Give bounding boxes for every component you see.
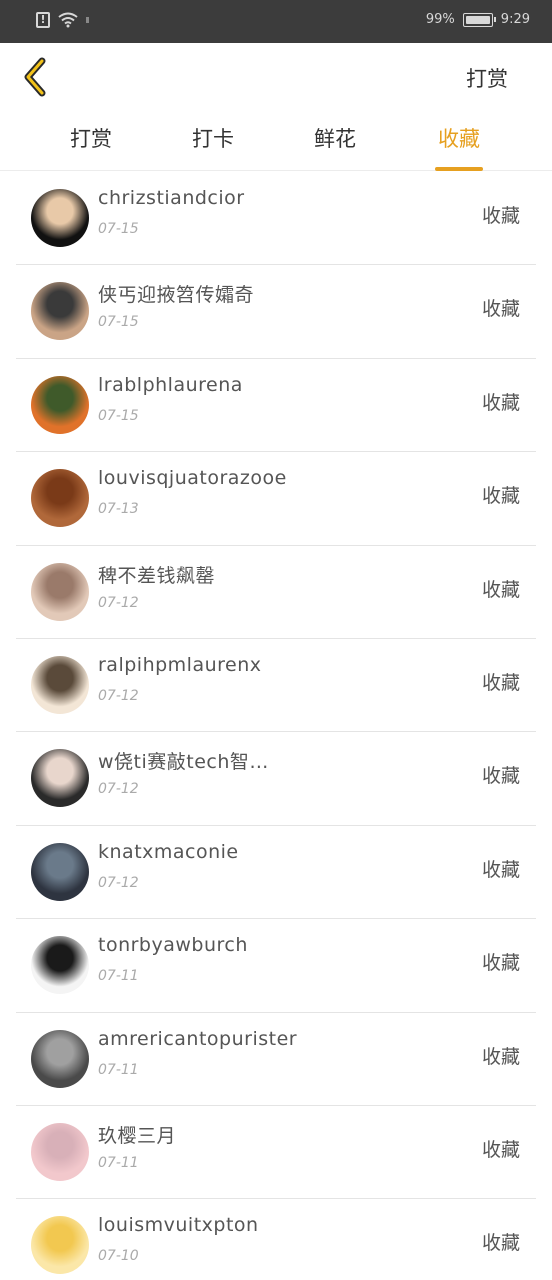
user-name: ralpihpmlaurenx [98, 653, 262, 676]
user-date: 07-10 [98, 1248, 139, 1265]
favorite-action[interactable]: 收藏 [482, 1042, 520, 1069]
favorite-action[interactable]: 收藏 [482, 481, 520, 508]
tab-bar: 打赏 打卡 鲜花 收藏 [0, 111, 552, 171]
tab-label: 打赏 [70, 127, 112, 151]
list-item[interactable]: ralpihpmlaurenx 07-12 收藏 [0, 639, 552, 733]
user-date: 07-11 [98, 1061, 139, 1078]
user-date: 07-13 [98, 501, 139, 518]
user-name: w侥ti赛敲tech智… [98, 751, 269, 774]
status-right: 99% 9:29 [426, 12, 530, 27]
user-name: lrablphlaurena [98, 373, 243, 396]
reward-header-link[interactable]: 打赏 [466, 63, 508, 93]
signal-dot-icon [86, 17, 89, 23]
user-name: chrizstiandcior [98, 187, 245, 209]
favorite-action[interactable]: 收藏 [482, 388, 520, 415]
status-bar: ! 99% 9:29 [0, 0, 552, 43]
nav-bar: 打赏 [0, 43, 552, 111]
tab-favorites[interactable]: 收藏 [414, 123, 504, 171]
clock: 9:29 [500, 12, 530, 27]
favorites-list: chrizstiandcior 07-15 收藏 侠丐迎掖笤传孀奇 07-15 … [0, 172, 552, 1280]
status-left: ! [36, 12, 89, 28]
alert-icon: ! [36, 12, 50, 28]
avatar [31, 282, 89, 341]
wifi-icon [58, 12, 78, 28]
tab-flowers[interactable]: 鲜花 [290, 123, 380, 171]
list-item[interactable]: knatxmaconie 07-12 收藏 [0, 826, 552, 920]
user-name: 玖樱三月 [98, 1124, 177, 1147]
user-date: 07-11 [98, 968, 139, 985]
battery-fill [465, 15, 490, 24]
user-name: 侠丐迎掖笤传孀奇 [98, 284, 255, 307]
favorite-action[interactable]: 收藏 [482, 761, 520, 788]
favorite-action[interactable]: 收藏 [482, 1228, 520, 1255]
user-name: 稗不差钱飙罄 [98, 564, 216, 587]
tab-label: 收藏 [438, 127, 480, 151]
list-item[interactable]: 玖樱三月 07-11 收藏 [0, 1106, 552, 1200]
list-item[interactable]: lrablphlaurena 07-15 收藏 [0, 359, 552, 453]
favorite-action[interactable]: 收藏 [482, 948, 520, 975]
user-name: tonrbyawburch [98, 934, 248, 957]
user-date: 07-15 [98, 314, 139, 331]
active-tab-indicator [435, 167, 483, 171]
tab-label: 鲜花 [314, 127, 356, 151]
user-date: 07-15 [98, 407, 139, 424]
user-date: 07-12 [98, 594, 139, 611]
avatar [31, 749, 89, 808]
user-name: knatxmaconie [98, 840, 239, 863]
user-name: louismvuitxpton [98, 1214, 259, 1237]
avatar [31, 375, 89, 434]
user-date: 07-12 [98, 874, 139, 891]
user-date: 07-12 [98, 781, 139, 798]
avatar [31, 469, 89, 528]
favorite-action[interactable]: 收藏 [482, 668, 520, 695]
favorite-action[interactable]: 收藏 [482, 575, 520, 602]
list-item[interactable]: w侥ti赛敲tech智… 07-12 收藏 [0, 732, 552, 826]
user-name: amrericantopurister [98, 1027, 298, 1050]
user-date: 07-15 [98, 221, 139, 237]
battery-percent: 99% [425, 12, 455, 27]
favorite-action[interactable]: 收藏 [482, 855, 520, 882]
tab-label: 打卡 [192, 127, 234, 151]
user-date: 07-12 [98, 687, 139, 704]
avatar [31, 842, 89, 901]
avatar [31, 936, 89, 995]
list-item[interactable]: chrizstiandcior 07-15 收藏 [0, 172, 552, 266]
battery-icon [462, 12, 496, 27]
avatar [31, 189, 89, 247]
list-item[interactable]: amrericantopurister 07-11 收藏 [0, 1013, 552, 1106]
user-date: 07-11 [98, 1154, 139, 1171]
back-button[interactable] [18, 55, 58, 99]
avatar [31, 1216, 89, 1275]
list-item[interactable]: louismvuitxpton 07-10 收藏 [0, 1199, 552, 1280]
list-item[interactable]: 侠丐迎掖笤传孀奇 07-15 收藏 [0, 265, 552, 359]
favorite-action[interactable]: 收藏 [482, 201, 520, 228]
list-item[interactable]: tonrbyawburch 07-11 收藏 [0, 919, 552, 1013]
avatar [31, 562, 89, 621]
tab-reward[interactable]: 打赏 [46, 123, 136, 171]
avatar [31, 655, 89, 714]
user-name: louvisqjuatorazooe [98, 467, 287, 490]
avatar [31, 1122, 89, 1181]
favorite-action[interactable]: 收藏 [482, 1135, 520, 1162]
tab-checkin[interactable]: 打卡 [168, 123, 258, 171]
chevron-left-icon [24, 57, 46, 97]
list-item[interactable]: louvisqjuatorazooe 07-13 收藏 [0, 452, 552, 546]
list-item[interactable]: 稗不差钱飙罄 07-12 收藏 [0, 546, 552, 639]
favorite-action[interactable]: 收藏 [482, 294, 520, 321]
avatar [31, 1029, 89, 1088]
